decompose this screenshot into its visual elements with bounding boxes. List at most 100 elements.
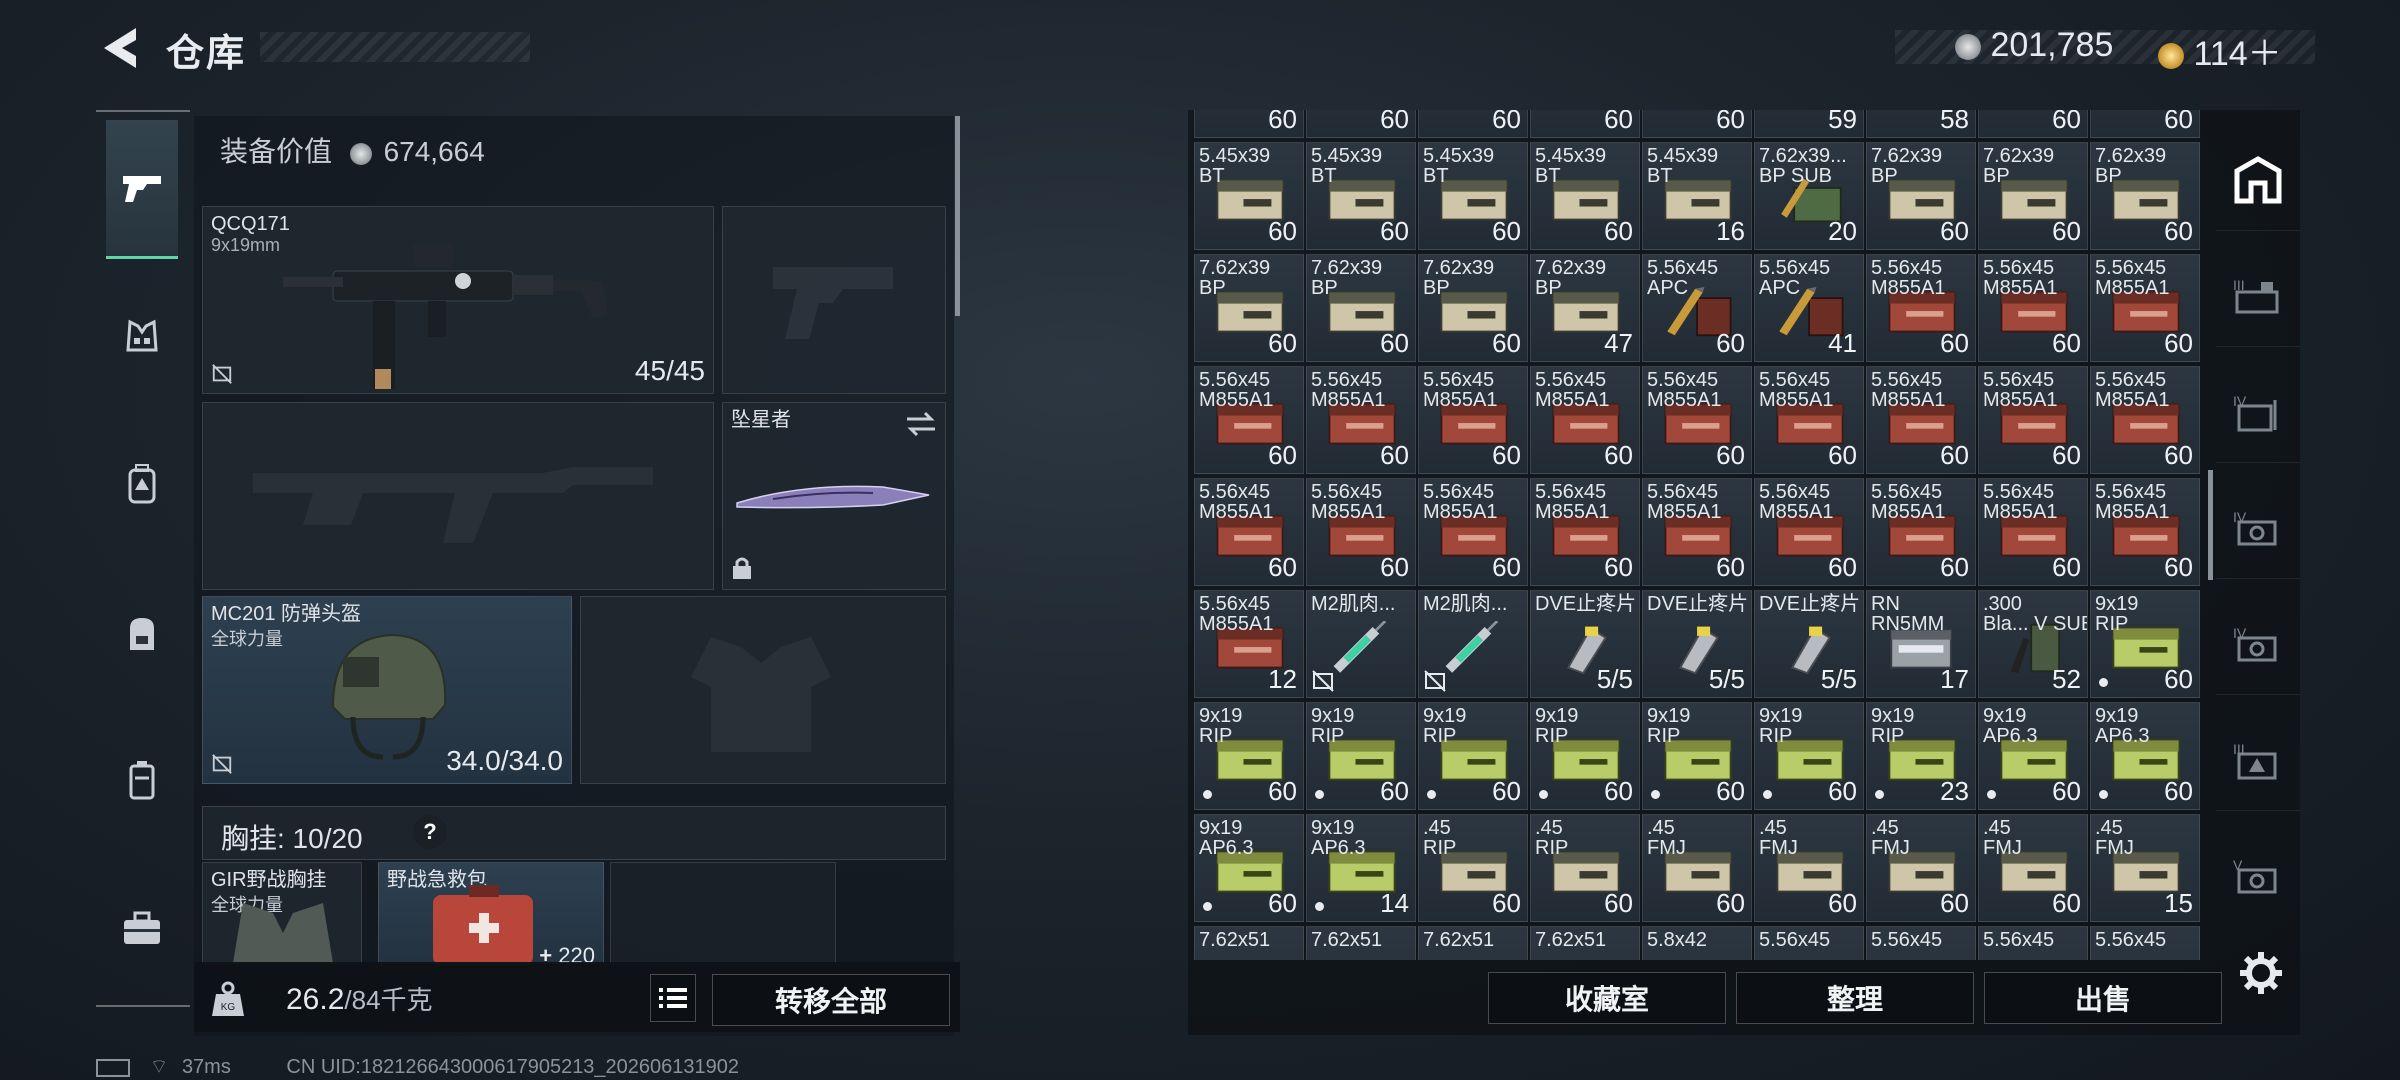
stash-item[interactable]: 5.56x45 M855A1 60 <box>1642 366 1752 474</box>
stash-item[interactable]: DVE止疼片 5/5 <box>1642 590 1752 698</box>
back-button[interactable] <box>96 22 146 74</box>
stash-item[interactable]: 9x19 RIP 60 <box>1194 702 1304 810</box>
stash-item[interactable]: 5.56x45 M855A1 60 <box>1754 478 1864 586</box>
stash-item[interactable]: 5.56x45 M855A1 60 <box>1306 478 1416 586</box>
stash-item-partial[interactable]: 60 <box>1642 110 1752 138</box>
sell-button[interactable]: 出售 <box>1984 972 2222 1024</box>
stash-tab-3b[interactable]: III <box>2216 710 2300 811</box>
stash-item[interactable]: 5.56x45 M855A1 60 <box>1642 478 1752 586</box>
stash-item-partial[interactable]: 7.62x51 <box>1530 926 1640 960</box>
stash-item[interactable]: 9x19 AP6.3 60 <box>1978 702 2088 810</box>
nav-backpack[interactable] <box>106 596 178 668</box>
stash-item[interactable]: 9x19 AP6.3 14 <box>1306 814 1416 922</box>
stash-scrollbar[interactable] <box>2208 470 2213 580</box>
stash-item[interactable]: 5.56x45 M855A1 60 <box>1866 254 1976 362</box>
nav-weapons[interactable] <box>106 120 178 259</box>
nav-case[interactable] <box>106 744 178 816</box>
stash-item[interactable]: 5.45x39 BT 60 <box>1530 142 1640 250</box>
stash-item[interactable]: 9x19 RIP 60 <box>1754 702 1864 810</box>
currency-premium[interactable]: 114＋ <box>2158 26 2282 75</box>
slot-primary-weapon[interactable]: QCQ171 9x19mm 45/45 <box>202 206 714 394</box>
stash-item[interactable]: 5.56x45 M855A1 60 <box>1530 366 1640 474</box>
stash-item-partial[interactable]: 5.56x45 <box>1866 926 1976 960</box>
stash-item[interactable]: 7.62x39 BP 60 <box>1194 254 1304 362</box>
stash-item[interactable]: RN RN5MM 17 <box>1866 590 1976 698</box>
slot-rig-empty[interactable] <box>610 862 836 964</box>
transfer-all-button[interactable]: 转移全部 <box>712 974 950 1026</box>
help-icon[interactable]: ? <box>413 815 447 849</box>
stash-item[interactable]: 5.56x45 M855A1 60 <box>2090 366 2200 474</box>
stash-item-partial[interactable]: 7.62x51 <box>1306 926 1416 960</box>
stash-item[interactable]: 9x19 RIP 60 <box>1306 702 1416 810</box>
stash-item[interactable]: 7.62x39... BP SUB 20 <box>1754 142 1864 250</box>
stash-item-partial[interactable]: 60 <box>1306 110 1416 138</box>
stash-item[interactable]: 5.56x45 M855A1 60 <box>2090 254 2200 362</box>
stash-item[interactable]: DVE止疼片 5/5 <box>1754 590 1864 698</box>
stash-item[interactable]: 5.45x39 BT 60 <box>1306 142 1416 250</box>
stash-item[interactable]: 5.56x45 M855A1 60 <box>1418 366 1528 474</box>
stash-item[interactable]: M2肌肉... <box>1418 590 1528 698</box>
stash-tab-main[interactable] <box>2216 130 2300 231</box>
stash-item[interactable]: 5.45x39 BT 60 <box>1418 142 1528 250</box>
stash-item[interactable]: 7.62x39 BP 60 <box>2090 142 2200 250</box>
stash-item-partial[interactable]: 59 <box>1754 110 1864 138</box>
stash-item[interactable]: 5.45x39 BT 16 <box>1642 142 1752 250</box>
collection-room-button[interactable]: 收藏室 <box>1488 972 1726 1024</box>
stash-item[interactable]: .45 FMJ 15 <box>2090 814 2200 922</box>
stash-item[interactable]: 5.56x45 M855A1 12 <box>1194 590 1304 698</box>
stash-item-partial[interactable]: 60 <box>1530 110 1640 138</box>
stash-item[interactable]: 9x19 RIP 23 <box>1866 702 1976 810</box>
slot-secondary-rifle-empty[interactable] <box>202 402 714 590</box>
stash-item-partial[interactable]: 5.56x45 <box>1754 926 1864 960</box>
nav-armor[interactable] <box>106 300 178 372</box>
stash-item[interactable]: 5.56x45 M855A1 60 <box>2090 478 2200 586</box>
stash-item[interactable]: 5.56x45 M855A1 60 <box>1418 478 1528 586</box>
stash-item[interactable]: .45 FMJ 60 <box>1866 814 1976 922</box>
stash-item[interactable]: 5.56x45 M855A1 60 <box>1978 254 2088 362</box>
stash-item[interactable]: M2肌肉... <box>1306 590 1416 698</box>
stash-tab-5[interactable]: V <box>2216 826 2300 926</box>
stash-item[interactable]: 5.56x45 M855A1 60 <box>1866 478 1976 586</box>
stash-item[interactable]: 5.56x45 APC 60 <box>1642 254 1752 362</box>
stash-item-partial[interactable]: 60 <box>1194 110 1304 138</box>
stash-item[interactable]: 5.56x45 M855A1 60 <box>1866 366 1976 474</box>
stash-item[interactable]: 5.56x45 APC 41 <box>1754 254 1864 362</box>
stash-item[interactable]: 9x19 AP6.3 60 <box>1194 814 1304 922</box>
stash-item[interactable]: .45 RIP 60 <box>1418 814 1528 922</box>
stash-item[interactable]: 9x19 RIP 60 <box>1418 702 1528 810</box>
stash-item-partial[interactable]: 7.62x51 <box>1194 926 1304 960</box>
loadout-scrollbar[interactable] <box>955 116 960 316</box>
stash-item[interactable]: .45 FMJ 60 <box>1978 814 2088 922</box>
stash-item[interactable]: 5.45x39 BT 60 <box>1194 142 1304 250</box>
stash-item[interactable]: 5.56x45 M855A1 60 <box>1978 366 2088 474</box>
stash-item[interactable]: 9x19 RIP 60 <box>1642 702 1752 810</box>
stash-item[interactable]: 5.56x45 M855A1 60 <box>1306 366 1416 474</box>
stash-item[interactable]: 5.56x45 M855A1 60 <box>1194 366 1304 474</box>
stash-item[interactable]: .45 RIP 60 <box>1530 814 1640 922</box>
stash-item[interactable]: 7.62x39 BP 47 <box>1530 254 1640 362</box>
stash-item-partial[interactable]: 7.62x51 <box>1418 926 1528 960</box>
stash-item[interactable]: .300 Bla... V SUB 52 <box>1978 590 2088 698</box>
stash-tab-4a[interactable]: IV <box>2216 362 2300 463</box>
stash-item[interactable]: 9x19 AP6.3 60 <box>2090 702 2200 810</box>
stash-item[interactable]: 5.56x45 M855A1 60 <box>1754 366 1864 474</box>
stash-item[interactable]: DVE止疼片 5/5 <box>1530 590 1640 698</box>
stash-tab-4c[interactable]: IV <box>2216 594 2300 695</box>
stash-item-partial[interactable]: 5.8x42 <box>1642 926 1752 960</box>
stash-item-partial[interactable]: 58 <box>1866 110 1976 138</box>
stash-item[interactable]: 7.62x39 BP 60 <box>1418 254 1528 362</box>
stash-item[interactable]: 9x19 RIP 60 <box>1530 702 1640 810</box>
stash-item-partial[interactable]: 5.56x45 <box>2090 926 2200 960</box>
stash-item-partial[interactable]: 5.56x45 <box>1978 926 2088 960</box>
stash-item[interactable]: 7.62x39 BP 60 <box>1866 142 1976 250</box>
settings-button[interactable] <box>2238 950 2284 1001</box>
stash-item[interactable]: 5.56x45 M855A1 60 <box>1978 478 2088 586</box>
slot-secondary-empty[interactable] <box>722 206 946 394</box>
stash-item[interactable]: 7.62x39 BP 60 <box>1306 254 1416 362</box>
stash-item[interactable]: .45 FMJ 60 <box>1642 814 1752 922</box>
slot-armor-empty[interactable] <box>580 596 946 784</box>
swap-icon[interactable] <box>905 411 937 437</box>
stash-item[interactable]: 9x19 RIP 60 <box>2090 590 2200 698</box>
slot-medkit[interactable]: 野战急救包 + 220 <box>378 862 604 964</box>
stash-item-partial[interactable]: 60 <box>1418 110 1528 138</box>
